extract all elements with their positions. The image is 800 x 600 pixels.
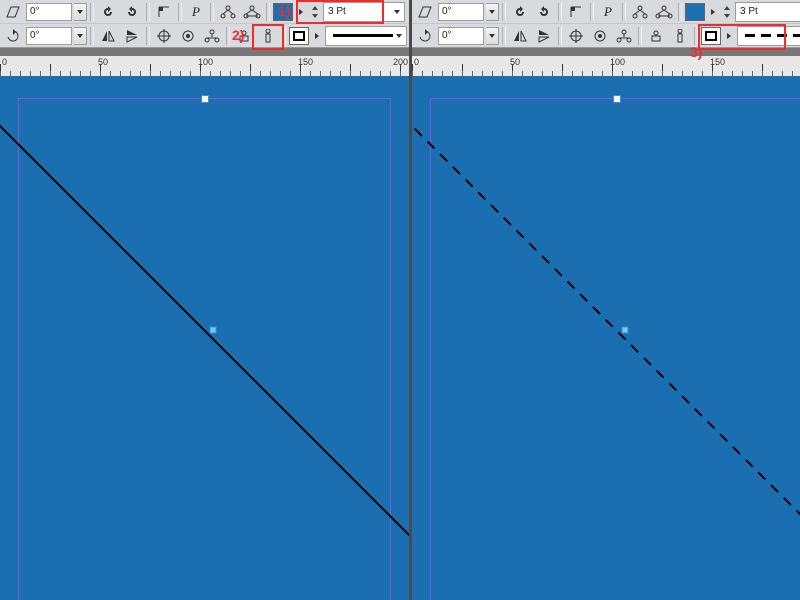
left-pane: 0° P 3 Pt 1): [0, 0, 412, 600]
horizontal-ruler: 0 50 100 150 200: [0, 56, 409, 76]
stroke-style-select[interactable]: [325, 26, 407, 46]
toolbar-row-1: 0° P 3 Pt 1): [0, 0, 409, 24]
crosshair-icon[interactable]: [153, 26, 175, 46]
dashed-line-preview: [745, 34, 800, 37]
stroke-swatch[interactable]: [289, 27, 309, 45]
fill-swatch[interactable]: [685, 3, 705, 21]
rotation-dropdown-1[interactable]: [486, 3, 499, 21]
flip-h-icon[interactable]: [97, 26, 119, 46]
rotate-icon: [2, 26, 24, 46]
shear-icon: [414, 2, 436, 22]
paragraph-style-icon[interactable]: P: [597, 2, 619, 22]
fill-flyout[interactable]: [707, 2, 719, 22]
line-anchor[interactable]: [622, 327, 628, 333]
rotation-dropdown-2[interactable]: [74, 27, 87, 45]
target-icon[interactable]: [589, 26, 611, 46]
ungroup-icon[interactable]: [629, 2, 651, 22]
stroke-flyout[interactable]: [311, 26, 323, 46]
rotation-value: 0°: [30, 6, 40, 17]
flip-v-icon[interactable]: [121, 26, 143, 46]
target-icon[interactable]: [177, 26, 199, 46]
stroke-weight-stepper[interactable]: [721, 2, 733, 22]
toolbar: 0° P 3 Pt 1): [0, 0, 409, 48]
ungroup-icon[interactable]: [217, 2, 239, 22]
break-icon[interactable]: [257, 26, 279, 46]
anchor-icon[interactable]: [233, 26, 255, 46]
canvas[interactable]: [0, 76, 409, 600]
crosshair-icon[interactable]: [565, 26, 587, 46]
break-icon[interactable]: [669, 26, 691, 46]
align-corner-icon[interactable]: [565, 2, 587, 22]
stroke-weight-value: 3 Pt: [328, 6, 346, 17]
toolbar: 0° P 3 Pt: [412, 0, 800, 48]
group-icon[interactable]: [653, 2, 675, 22]
solid-line-preview: [333, 34, 393, 37]
rotation-field-1[interactable]: 0°: [26, 3, 72, 21]
stroke-flyout[interactable]: [723, 26, 735, 46]
right-pane: 0° P 3 Pt: [412, 0, 800, 600]
toolbar-row-2: 0° 3): [412, 24, 800, 47]
horizontal-ruler: 0 50 100 150 200: [412, 56, 800, 76]
diagonal-line-solid[interactable]: [0, 76, 409, 600]
stroke-weight-select[interactable]: 3 Pt: [323, 2, 405, 22]
rotation-value: 0°: [30, 30, 40, 41]
flip-h-icon[interactable]: [509, 26, 531, 46]
flip-v-icon[interactable]: [533, 26, 555, 46]
toolbar-row-2: 0° 2): [0, 24, 409, 47]
rotation-field-2[interactable]: 0°: [26, 27, 72, 45]
stroke-style-select[interactable]: [737, 26, 800, 46]
fill-flyout[interactable]: [295, 2, 307, 22]
rotate-cw-icon[interactable]: [121, 2, 143, 22]
tree-icon[interactable]: [201, 26, 223, 46]
diagonal-line-dashed[interactable]: [412, 76, 800, 600]
rotation-field-2[interactable]: 0°: [438, 27, 484, 45]
fill-swatch[interactable]: [273, 3, 293, 21]
stroke-swatch[interactable]: [701, 27, 721, 45]
anchor-icon[interactable]: [645, 26, 667, 46]
rotate-ccw-icon[interactable]: [509, 2, 531, 22]
shear-icon: [2, 2, 24, 22]
rotation-dropdown-1[interactable]: [74, 3, 87, 21]
canvas[interactable]: [412, 76, 800, 600]
align-corner-icon[interactable]: [153, 2, 175, 22]
tree-icon[interactable]: [613, 26, 635, 46]
toolbar-row-1: 0° P 3 Pt: [412, 0, 800, 24]
rotate-ccw-icon[interactable]: [97, 2, 119, 22]
rotate-icon: [414, 26, 436, 46]
stroke-weight-select[interactable]: 3 Pt: [735, 2, 800, 22]
group-icon[interactable]: [241, 2, 263, 22]
paragraph-style-icon[interactable]: P: [185, 2, 207, 22]
rotate-cw-icon[interactable]: [533, 2, 555, 22]
rotation-field-1[interactable]: 0°: [438, 3, 484, 21]
rotation-dropdown-2[interactable]: [486, 27, 499, 45]
line-anchor[interactable]: [210, 327, 216, 333]
stroke-weight-stepper[interactable]: [309, 2, 321, 22]
